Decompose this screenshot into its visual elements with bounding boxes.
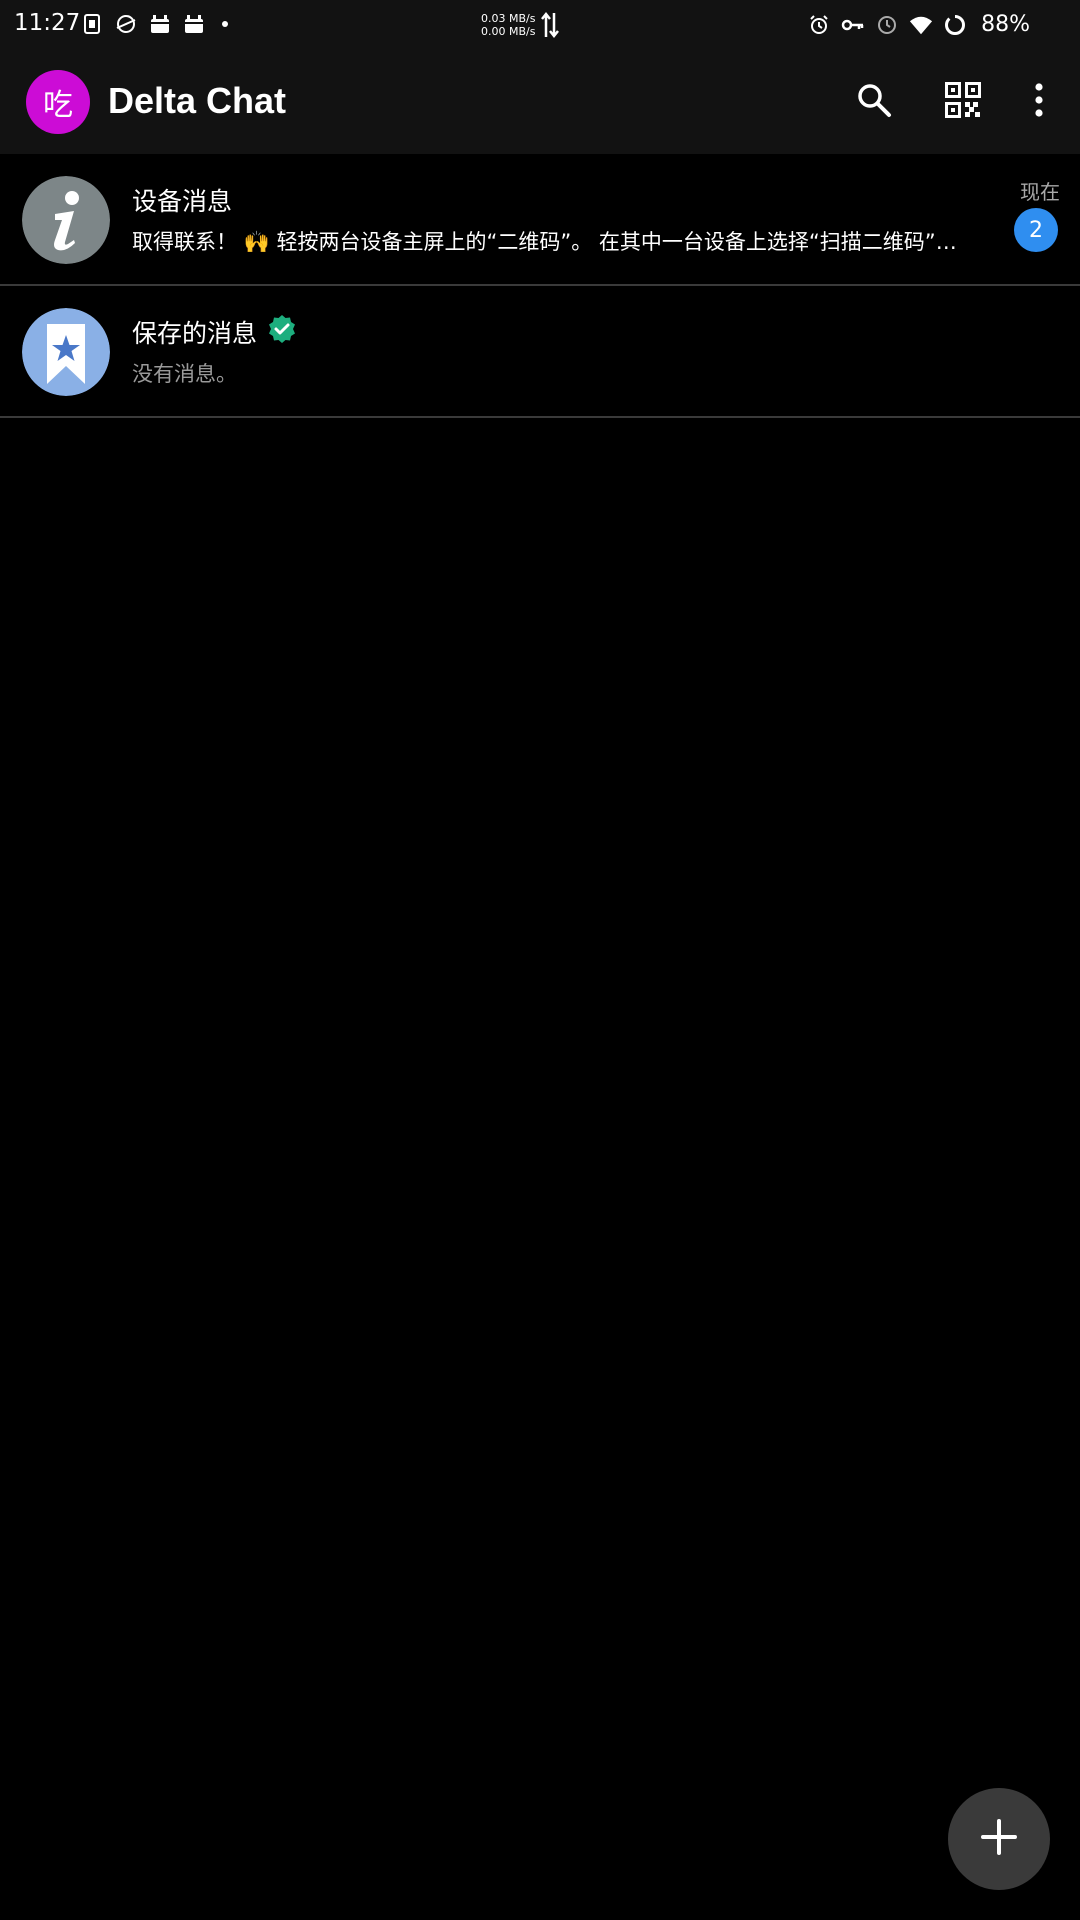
net-up: 0.03 MB/s [481,12,536,25]
dot-icon [222,21,228,27]
chat-avatar [22,176,110,264]
chat-title-text: 保存的消息 [132,319,258,348]
chat-item-saved-messages[interactable]: 保存的消息 没有消息。 [0,286,1080,418]
app-title: Delta Chat [108,80,287,121]
new-chat-button[interactable] [948,1788,1050,1890]
chat-item-device-messages[interactable]: 设备消息 取得联系！ 🙌 轻按两台设备主屏上的“二维码”。 在其中一台设备上选择… [0,154,1080,286]
battery-level: 88% [981,12,1030,37]
alarm-icon [807,13,831,37]
battery-ring-icon [943,13,967,37]
plus-icon [979,1817,1019,1861]
browser-icon [114,12,138,36]
network-speed: 0.03 MB/s 0.00 MB/s [481,12,535,38]
chat-time: 现在 [1020,180,1060,204]
clock-icon [875,13,899,37]
status-right-icons: 88% [807,12,1030,37]
qr-code-icon [945,82,981,122]
app-bar: 吃 Delta Chat [0,50,1080,154]
chat-title-text: 设备消息 [132,187,233,216]
sim-card-icon [80,12,104,36]
search-button[interactable] [848,76,900,128]
up-down-arrows-icon [540,11,560,43]
profile-avatar[interactable]: 吃 [26,70,90,134]
wifi-icon [909,13,933,37]
search-icon [856,82,892,122]
info-icon [22,176,110,264]
status-bar: 11:27 0.03 MB/s 0.00 MB/s 88% [0,0,1080,50]
verified-icon [267,314,297,350]
chat-title: 保存的消息 [132,314,297,350]
net-down: 0.00 MB/s [481,25,536,38]
bookmark-star-icon [22,308,110,396]
unread-badge: 2 [1014,208,1058,252]
qr-code-button[interactable] [937,76,989,128]
status-time: 11:27 [14,10,81,36]
android-icon [148,12,172,36]
status-left-icons [80,12,228,36]
more-options-button[interactable] [1013,76,1065,128]
chat-title: 设备消息 [132,182,232,218]
chat-snippet: 取得联系！ 🙌 轻按两台设备主屏上的“二维码”。 在其中一台设备上选择“扫描二维… [132,230,957,254]
android-icon [182,12,206,36]
vpn-key-icon [841,13,865,37]
chat-avatar [22,308,110,396]
chat-snippet: 没有消息。 [132,362,237,386]
more-vert-icon [1033,82,1045,122]
